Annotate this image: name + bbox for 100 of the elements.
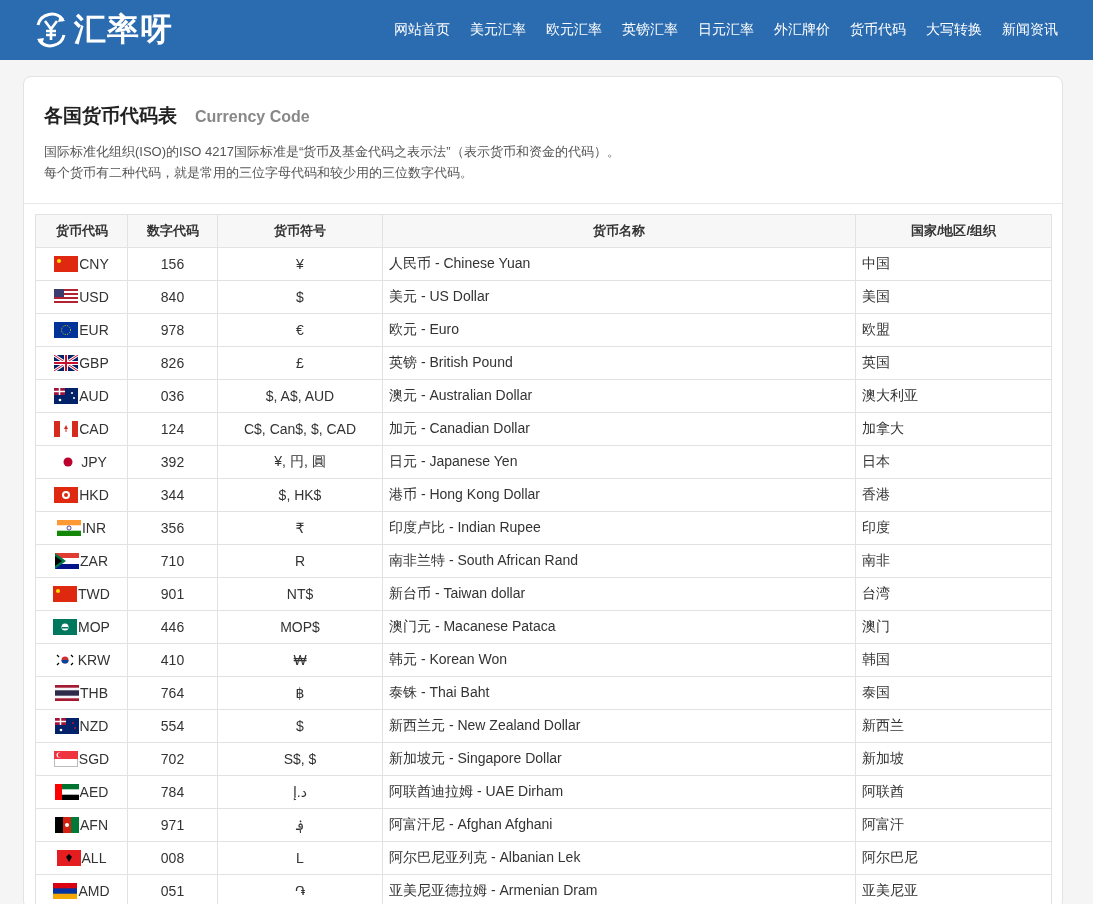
currency-code: TWD [78, 586, 110, 602]
table-cell: $, A$, AUD [217, 379, 383, 413]
currency-code: CAD [79, 421, 109, 437]
flag-icon [55, 685, 79, 701]
table-cell: 156 [127, 247, 218, 281]
table-cell: 840 [127, 280, 218, 314]
nav-link[interactable]: 欧元汇率 [536, 21, 612, 39]
table-cell: 韩国 [855, 643, 1052, 677]
table-cell: 702 [127, 742, 218, 776]
table-cell: $, HK$ [217, 478, 383, 512]
table-cell: 印度卢比 - Indian Rupee [382, 511, 856, 545]
column-header: 货币代码 [35, 214, 128, 248]
column-header: 国家/地区/组织 [855, 214, 1052, 248]
table-cell: 阿富汗尼 - Afghan Afghani [382, 808, 856, 842]
nav-link[interactable]: 外汇牌价 [764, 21, 840, 39]
table-cell: 124 [127, 412, 218, 446]
table-cell: € [217, 313, 383, 347]
table-cell: 南非 [855, 544, 1052, 578]
table-cell: NT$ [217, 577, 383, 611]
table-cell: 784 [127, 775, 218, 809]
table-cell: 澳门 [855, 610, 1052, 644]
table-cell: 新台币 - Taiwan dollar [382, 577, 856, 611]
flag-icon [56, 850, 81, 866]
table-cell: 加元 - Canadian Dollar [382, 412, 856, 446]
currency-code: NZD [79, 718, 109, 734]
table-cell: $ [217, 709, 383, 743]
currency-code: JPY [81, 454, 107, 470]
nav-link[interactable]: 美元汇率 [460, 21, 536, 39]
page-title: 各国货币代码表 [44, 104, 177, 128]
table-cell: S$, $ [217, 742, 383, 776]
flag-icon [54, 322, 79, 338]
table-cell: £ [217, 346, 383, 380]
flag-icon [54, 355, 79, 371]
flag-icon [53, 751, 78, 767]
currency-code: INR [81, 520, 107, 536]
flag-icon [54, 784, 79, 800]
nav-link[interactable]: 大写转换 [916, 21, 992, 39]
currency-code: KRW [77, 652, 111, 668]
table-cell: 英国 [855, 346, 1052, 380]
table-cell: ₩ [217, 643, 383, 677]
table-cell: 阿尔巴尼 [855, 841, 1052, 875]
currency-code: AED [79, 784, 109, 800]
table-cell: 港币 - Hong Kong Dollar [382, 478, 856, 512]
currency-code: AUD [79, 388, 109, 404]
table-cell: 英镑 - British Pound [382, 346, 856, 380]
table-cell: $ [217, 280, 383, 314]
table-cell: 710 [127, 544, 218, 578]
table-cell: 印度 [855, 511, 1052, 545]
table-cell: 澳大利亚 [855, 379, 1052, 413]
nav-link[interactable]: 新闻资讯 [992, 21, 1068, 39]
table-cell: 加拿大 [855, 412, 1052, 446]
currency-code: HKD [79, 487, 109, 503]
currency-code: USD [79, 289, 109, 305]
table-cell: 阿联酋 [855, 775, 1052, 809]
table-cell: 泰铢 - Thai Baht [382, 676, 856, 710]
table-cell: MOP$ [217, 610, 383, 644]
nav-link[interactable]: 网站首页 [384, 21, 460, 39]
table-cell: C$, Can$, $, CAD [217, 412, 383, 446]
flag-icon [54, 421, 79, 437]
currency-code: ALL [81, 850, 107, 866]
table-cell: ¥ [217, 247, 383, 281]
table-cell: ฿ [217, 676, 383, 710]
table-cell: 826 [127, 346, 218, 380]
table-cell: 日本 [855, 445, 1052, 479]
table-cell: 764 [127, 676, 218, 710]
nav-link[interactable]: 英镑汇率 [612, 21, 688, 39]
table-cell: 356 [127, 511, 218, 545]
table-cell: 南非兰特 - South African Rand [382, 544, 856, 578]
table-cell: 澳门元 - Macanese Pataca [382, 610, 856, 644]
table-cell: 阿联酋迪拉姆 - UAE Dirham [382, 775, 856, 809]
nav-link[interactable]: 日元汇率 [688, 21, 764, 39]
table-cell: 欧元 - Euro [382, 313, 856, 347]
site-logo[interactable]: 汇率呀 [74, 8, 173, 52]
description-line: 每个货币有二种代码，就是常用的三位字母代码和较少用的三位数字代码。 [44, 164, 474, 182]
table-cell: 344 [127, 478, 218, 512]
table-cell: 新加坡 [855, 742, 1052, 776]
flag-icon [54, 289, 79, 305]
table-cell: 阿富汗 [855, 808, 1052, 842]
description-line: 国际标准化组织(ISO)的ISO 4217国际标准是“货币及基金代码之表示法”（表示货币和资金的代码）。 [44, 143, 621, 161]
currency-code: GBP [79, 355, 109, 371]
table-cell: 新西兰 [855, 709, 1052, 743]
flag-icon [55, 553, 79, 569]
table-cell: 554 [127, 709, 218, 743]
table-cell: ؋ [217, 808, 383, 842]
table-cell: ¥, 円, 圓 [217, 445, 383, 479]
table-cell: 新西兰元 - New Zealand Dollar [382, 709, 856, 743]
column-header: 货币符号 [217, 214, 383, 248]
table-cell: 901 [127, 577, 218, 611]
flag-icon [54, 256, 79, 272]
table-cell: 美元 - US Dollar [382, 280, 856, 314]
column-header: 数字代码 [127, 214, 218, 248]
currency-code: ZAR [80, 553, 108, 569]
flag-icon [53, 883, 78, 899]
nav-link[interactable]: 货币代码 [840, 21, 916, 39]
flag-icon [54, 388, 79, 404]
table-cell: 036 [127, 379, 218, 413]
table-cell: 新加坡元 - Singapore Dollar [382, 742, 856, 776]
currency-code: THB [80, 685, 108, 701]
flag-icon [56, 520, 81, 536]
page-subtitle: Currency Code [195, 108, 310, 126]
